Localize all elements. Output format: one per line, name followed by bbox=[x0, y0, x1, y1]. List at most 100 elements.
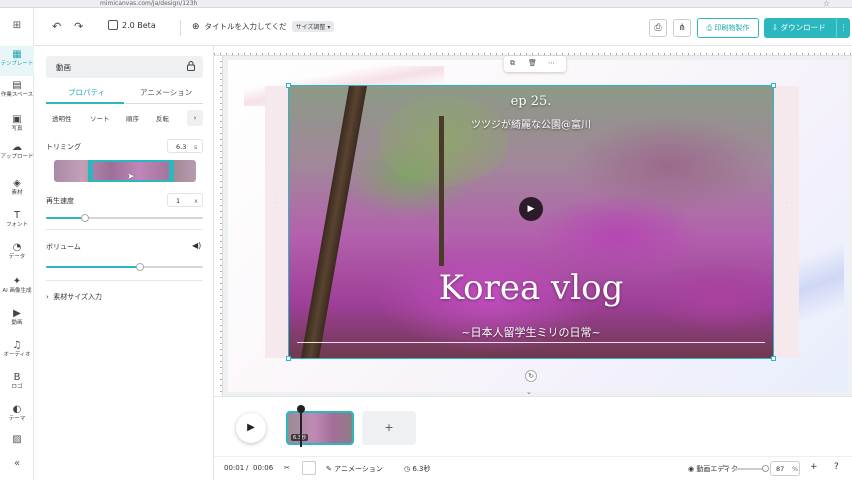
tab-animation[interactable]: アニメーション bbox=[140, 87, 192, 98]
animation-label: アニメーション bbox=[334, 465, 383, 473]
scissors-icon[interactable]: ✂ bbox=[284, 464, 290, 472]
section-divider bbox=[46, 280, 203, 281]
redo-icon[interactable]: ↷ bbox=[74, 20, 83, 34]
speed-value: 1 bbox=[176, 197, 181, 205]
speed-slider-fill bbox=[46, 217, 85, 219]
trash-icon[interactable]: 🗑 bbox=[528, 59, 537, 67]
rotate-handle-icon[interactable]: ↻ bbox=[525, 370, 537, 382]
rail-item-ai-image[interactable]: ✦ AI 画像生成 bbox=[0, 276, 34, 295]
print-button[interactable]: ⎙ 印刷物製作 bbox=[697, 18, 759, 38]
workspace-icon: ▤ bbox=[12, 80, 22, 91]
folder-plus-icon[interactable]: ⊕ bbox=[192, 22, 200, 32]
canvas-area: ⧉ 🗑 ⋯ · · · · · · · · ep 25. ツツジが綺麗な公園@富… bbox=[214, 46, 852, 396]
resize-handle[interactable] bbox=[286, 83, 291, 88]
rail-label: アップロード bbox=[0, 154, 34, 160]
elements-icon: ◈ bbox=[13, 178, 21, 189]
rail-label: フォント bbox=[5, 222, 28, 228]
video-icon: ▶ bbox=[13, 308, 21, 319]
resize-handle[interactable] bbox=[286, 356, 291, 361]
url-text[interactable]: mimicanvas.com/ja/design/123h bbox=[100, 0, 197, 8]
resize-handle[interactable] bbox=[771, 356, 776, 361]
panel-tabs: プロパティ アニメーション bbox=[46, 84, 203, 104]
subtab-sort[interactable]: ソート bbox=[90, 113, 110, 123]
rail-item-video[interactable]: ▶ 動画 bbox=[0, 308, 34, 327]
palette-icon: ◐ bbox=[12, 404, 22, 415]
subtab-order[interactable]: 順序 bbox=[126, 113, 139, 123]
duration-button[interactable]: ◷ 6.3秒 bbox=[404, 464, 430, 474]
chart-icon: ◔ bbox=[12, 242, 22, 253]
speed-slider-knob[interactable] bbox=[81, 214, 89, 222]
bookmark-star-icon[interactable]: ☆ bbox=[823, 0, 830, 8]
download-more-icon[interactable]: ⋮ bbox=[836, 18, 850, 38]
color-swatch[interactable] bbox=[302, 461, 316, 475]
volume-slider[interactable] bbox=[46, 263, 203, 271]
speed-unit: x bbox=[194, 197, 198, 205]
size-adjust-label: サイズ調整 bbox=[295, 24, 326, 31]
rail-item-upload[interactable]: ☁ アップロード bbox=[0, 142, 34, 161]
duplicate-icon[interactable]: ⧉ bbox=[510, 59, 515, 68]
rail-item-workspace[interactable]: ▤ 作業スペース bbox=[0, 80, 34, 99]
rail-item-font[interactable]: T フォント bbox=[0, 210, 34, 229]
zoom-slider-knob[interactable] bbox=[762, 465, 769, 472]
photo-icon: ▣ bbox=[12, 114, 22, 125]
save-icon[interactable]: ⎙ bbox=[649, 19, 667, 37]
rail-item-photo[interactable]: ▣ 写真 bbox=[0, 114, 34, 133]
cube-icon bbox=[108, 20, 118, 30]
timeline: ▶ 6.3秒 + bbox=[214, 396, 852, 456]
browser-url-bar: mimicanvas.com/ja/design/123h ☆ bbox=[0, 0, 852, 8]
subtab-flip[interactable]: 反転 bbox=[156, 113, 169, 123]
zoom-minus-icon[interactable]: − bbox=[722, 462, 730, 472]
rail-item-logo[interactable]: B ロゴ bbox=[0, 372, 34, 391]
volume-slider-knob[interactable] bbox=[136, 263, 144, 271]
rail-label: 写真 bbox=[11, 126, 23, 132]
rail-item-template[interactable]: ▦ テンプレート bbox=[0, 46, 34, 76]
trim-handle-left[interactable] bbox=[88, 160, 93, 182]
toolbar-divider bbox=[180, 20, 181, 36]
lock-icon[interactable] bbox=[187, 61, 195, 71]
timeline-play-button[interactable]: ▶ bbox=[236, 413, 266, 443]
apps-grid-icon[interactable]: ⊞ bbox=[0, 20, 34, 31]
pattern-icon[interactable]: ▨ bbox=[0, 434, 34, 445]
collapse-panel-icon[interactable]: « bbox=[0, 458, 34, 469]
version-label: 2.0 Beta bbox=[122, 20, 156, 30]
subtab-opacity[interactable]: 透明性 bbox=[52, 113, 72, 123]
more-options-icon[interactable]: ⋯ bbox=[548, 59, 555, 67]
speed-slider[interactable] bbox=[46, 214, 203, 222]
animation-button[interactable]: ✎ アニメーション bbox=[326, 464, 383, 474]
rail-item-elements[interactable]: ◈ 素材 bbox=[0, 178, 34, 197]
trimming-input[interactable]: 6.3 s bbox=[167, 139, 203, 153]
top-toolbar: ↶ ↷ 2.0 Beta ⊕ タイトルを入力してくだ サイズ調整 ▾ ⎙ ⋔ ⎙… bbox=[0, 8, 852, 46]
speed-input[interactable]: 1 x bbox=[167, 193, 203, 207]
trim-handle-right[interactable] bbox=[169, 160, 174, 182]
trim-filmstrip[interactable]: ➤ bbox=[54, 160, 196, 182]
speaker-icon[interactable]: ◀) bbox=[192, 241, 201, 250]
add-page-button[interactable]: + bbox=[362, 411, 416, 445]
font-icon: T bbox=[13, 210, 21, 221]
expand-size-toggle[interactable]: › 素材サイズ入力 bbox=[46, 292, 102, 302]
zoom-input[interactable]: 87 % bbox=[770, 461, 800, 476]
undo-icon[interactable]: ↶ bbox=[52, 20, 61, 34]
resize-handle[interactable] bbox=[771, 83, 776, 88]
subtab-next-icon[interactable]: › bbox=[187, 110, 203, 126]
selection-box bbox=[286, 83, 776, 361]
rail-item-data[interactable]: ◔ データ bbox=[0, 242, 34, 261]
download-button[interactable]: ⇩ ダウンロード ⋮ bbox=[764, 18, 850, 38]
video-editor-button[interactable]: ◉ 動画エディタ bbox=[688, 464, 738, 474]
title-area: ⊕ タイトルを入力してくだ サイズ調整 ▾ bbox=[192, 21, 335, 32]
tab-properties[interactable]: プロパティ bbox=[68, 87, 105, 98]
collapse-timeline-icon[interactable]: ⌄ bbox=[526, 388, 532, 396]
title-input[interactable]: タイトルを入力してくだ bbox=[205, 21, 287, 32]
playhead[interactable] bbox=[297, 405, 305, 447]
rail-item-audio[interactable]: ♫ オーディオ bbox=[0, 340, 34, 359]
template-icon: ▦ bbox=[12, 49, 22, 60]
sparkle-icon: ✦ bbox=[12, 276, 22, 287]
rail-label: ロゴ bbox=[11, 384, 23, 390]
zoom-plus-icon[interactable]: + bbox=[810, 462, 818, 472]
help-icon[interactable]: ? bbox=[834, 462, 839, 472]
share-icon[interactable]: ⋔ bbox=[673, 19, 691, 37]
size-adjust-dropdown[interactable]: サイズ調整 ▾ bbox=[291, 21, 335, 32]
rail-item-theme[interactable]: ◐ テーマ bbox=[0, 404, 34, 423]
timeline-clip[interactable]: 6.3秒 bbox=[286, 411, 354, 445]
trimming-value: 6.3 bbox=[176, 143, 187, 151]
zoom-slider[interactable] bbox=[734, 465, 769, 472]
